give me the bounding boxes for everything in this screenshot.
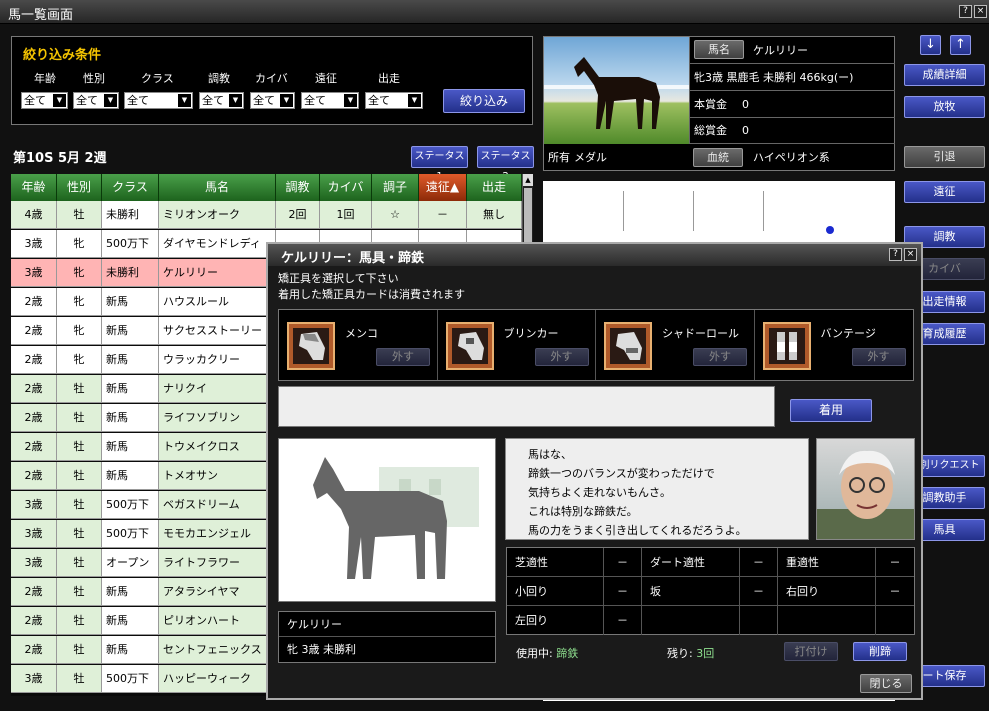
col-train[interactable]: 調教 bbox=[276, 174, 320, 201]
col-age[interactable]: 年齢 bbox=[11, 174, 57, 201]
scroll-up-icon[interactable]: ▲ bbox=[523, 174, 533, 186]
horse-silhouette bbox=[278, 438, 496, 602]
dialog-help-button[interactable]: ? bbox=[889, 248, 902, 261]
aptitude-table: 芝適性 － ダート適性 － 重適性 － 小回り － 坂 － 右回り － 左回り … bbox=[506, 547, 915, 635]
horse-desc: 牝3歳 黒鹿毛 未勝利 466kg(ー) bbox=[689, 64, 895, 91]
dialog-message-2: 着用した矯正具カードは消費されます bbox=[278, 288, 465, 301]
horse-info-panel: 馬名 ケルリリー 牝3歳 黒鹿毛 未勝利 466kg(ー) 本賞金 0 総賞金 … bbox=[543, 36, 895, 171]
farrier-quote: 馬はな、 蹄鉄一つのバランスが変わっただけで 気持ちよく走れないもんさ。 これは… bbox=[505, 438, 809, 540]
filter-select-train[interactable]: 全て ▼ bbox=[199, 92, 244, 109]
dialog-title: ケルリリー：馬具・蹄鉄 bbox=[281, 251, 425, 266]
status1-button[interactable]: ステータス1 bbox=[411, 146, 468, 182]
dialog-message-1: 矯正具を選択して下さい bbox=[278, 272, 399, 285]
remaining-status: 残り: 3回 bbox=[667, 647, 715, 660]
filter-title: 絞り込み条件 bbox=[23, 48, 102, 63]
chevron-down-icon: ▼ bbox=[104, 94, 117, 107]
chevron-down-icon: ▼ bbox=[408, 94, 421, 107]
close-window-button[interactable]: × bbox=[974, 5, 987, 18]
attach-shoe-button[interactable]: 打付け bbox=[784, 642, 838, 661]
col-feed[interactable]: カイバ bbox=[320, 174, 372, 201]
horse-list-window: 馬一覧画面 ? × 絞り込み条件 年齢 性別 クラス 調教 カイバ 遠征 出走 … bbox=[0, 0, 989, 711]
filter-label-train: 調教 bbox=[208, 72, 230, 85]
chevron-down-icon: ▼ bbox=[280, 94, 293, 107]
remove-menko-button[interactable]: 外す bbox=[376, 348, 430, 366]
total-prize-label: 総賞金 bbox=[694, 124, 727, 137]
title-bar: 馬一覧画面 ? × bbox=[0, 0, 989, 24]
filter-select-class[interactable]: 全て ▼ bbox=[124, 92, 193, 109]
filter-label-sex: 性別 bbox=[83, 72, 105, 85]
horse-photo bbox=[544, 37, 689, 144]
col-class[interactable]: クラス bbox=[102, 174, 159, 201]
chevron-down-icon: ▼ bbox=[229, 94, 242, 107]
slot-blinker[interactable]: ブリンカー 外す bbox=[438, 310, 596, 380]
equipment-slots: メンコ 外す ブリンカー 外す シャドーロール 外す バンテージ 外す bbox=[278, 309, 914, 381]
dialog-title-bar: ケルリリー：馬具・蹄鉄 ? × bbox=[268, 244, 921, 266]
help-button[interactable]: ? bbox=[959, 5, 972, 18]
results-detail-button[interactable]: 成績詳細 bbox=[904, 64, 985, 86]
chevron-down-icon: ▼ bbox=[344, 94, 357, 107]
using-status: 使用中: 蹄鉄 bbox=[516, 647, 579, 660]
chevron-down-icon: ▼ bbox=[178, 94, 191, 107]
horse-name-label: 馬名 bbox=[694, 40, 744, 59]
filter-label-race: 出走 bbox=[378, 72, 400, 85]
apply-filter-button[interactable]: 絞り込み bbox=[443, 89, 525, 113]
retire-button[interactable]: 引退 bbox=[904, 146, 985, 168]
bandage-icon bbox=[762, 322, 811, 370]
chart-point bbox=[826, 226, 834, 234]
pasture-button[interactable]: 放牧 bbox=[904, 96, 985, 118]
total-prize-value: 0 bbox=[742, 124, 749, 137]
col-sex[interactable]: 性別 bbox=[57, 174, 102, 201]
slot-shadow-roll[interactable]: シャドーロール 外す bbox=[596, 310, 755, 380]
owner-value: メダル bbox=[574, 151, 607, 164]
table-header: 年齢 性別 クラス 馬名 調教 カイバ 調子 遠征▲ 出走 bbox=[11, 174, 522, 201]
filter-label-feed: カイバ bbox=[255, 72, 288, 85]
summary-name: ケルリリー bbox=[279, 612, 495, 637]
filter-label-age: 年齢 bbox=[34, 72, 56, 85]
expedition-button[interactable]: 遠征 bbox=[904, 181, 985, 203]
trim-hoof-button[interactable]: 削蹄 bbox=[853, 642, 907, 661]
filter-select-race[interactable]: 全て ▼ bbox=[365, 92, 423, 109]
remove-shadow-roll-button[interactable]: 外す bbox=[693, 348, 747, 366]
dialog-close-icon[interactable]: × bbox=[904, 248, 917, 261]
col-name[interactable]: 馬名 bbox=[159, 174, 276, 201]
dialog-close-button[interactable]: 閉じる bbox=[860, 674, 912, 693]
window-title: 馬一覧画面 bbox=[8, 8, 74, 23]
arrow-down-icon[interactable]: ↓ bbox=[920, 35, 941, 55]
period-label: 第10S 5月 2週 bbox=[13, 151, 107, 166]
wear-button[interactable]: 着用 bbox=[790, 399, 872, 422]
table-row[interactable]: 4歳牡未勝利 ミリオンオーク 2回 1回 ☆ －無し bbox=[11, 201, 522, 229]
item-description-box bbox=[278, 386, 775, 427]
status2-button[interactable]: ステータス2 bbox=[477, 146, 534, 182]
owner-label: 所有 bbox=[548, 151, 570, 164]
filter-panel: 絞り込み条件 年齢 性別 クラス 調教 カイバ 遠征 出走 全て ▼ 全て ▼ 全て… bbox=[11, 36, 533, 125]
chevron-down-icon: ▼ bbox=[53, 94, 66, 107]
tack-dialog: ケルリリー：馬具・蹄鉄 ? × 矯正具を選択して下さい 着用した矯正具カードは消… bbox=[266, 242, 923, 700]
filter-label-class: クラス bbox=[141, 72, 174, 85]
farrier-portrait bbox=[816, 438, 915, 540]
shadow-roll-icon bbox=[604, 322, 652, 370]
prize-label: 本賞金 bbox=[694, 98, 727, 111]
remove-bandage-button[interactable]: 外す bbox=[851, 348, 906, 366]
remove-blinker-button[interactable]: 外す bbox=[534, 348, 589, 366]
menko-icon bbox=[287, 322, 335, 370]
prize-value: 0 bbox=[742, 98, 749, 111]
filter-label-expedition: 遠征 bbox=[315, 72, 337, 85]
bloodline-value: ハイペリオン系 bbox=[753, 151, 830, 164]
horse-name: ケルリリー bbox=[753, 44, 808, 57]
filter-select-age[interactable]: 全て ▼ bbox=[21, 92, 68, 109]
filter-select-feed[interactable]: 全て ▼ bbox=[250, 92, 295, 109]
arrow-up-icon[interactable]: ↑ bbox=[950, 35, 971, 55]
col-cond[interactable]: 調子 bbox=[372, 174, 419, 201]
summary-desc: 牝 3歳 未勝利 bbox=[287, 643, 356, 656]
slot-bandage[interactable]: バンテージ 外す bbox=[755, 310, 914, 380]
filter-select-sex[interactable]: 全て ▼ bbox=[73, 92, 119, 109]
slot-menko[interactable]: メンコ 外す bbox=[279, 310, 438, 380]
blinker-icon bbox=[445, 322, 494, 370]
col-expedition-sorted[interactable]: 遠征▲ bbox=[419, 174, 467, 201]
col-race[interactable]: 出走 bbox=[467, 174, 522, 201]
bloodline-button[interactable]: 血統 bbox=[693, 148, 743, 167]
horse-summary: ケルリリー 牝 3歳 未勝利 bbox=[278, 611, 496, 663]
filter-select-expedition[interactable]: 全て ▼ bbox=[301, 92, 359, 109]
